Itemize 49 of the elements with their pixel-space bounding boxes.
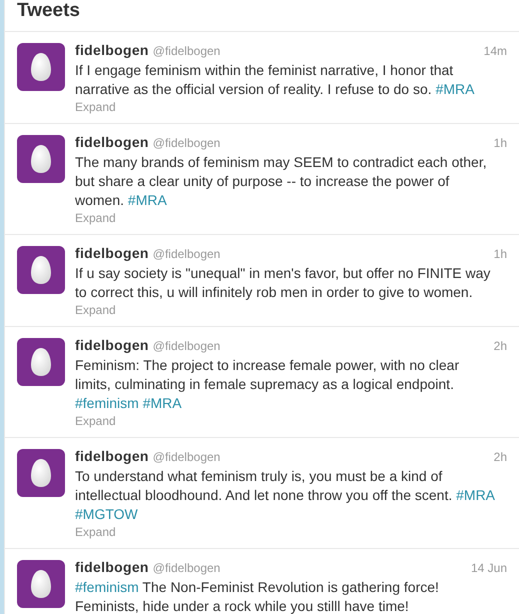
avatar-icon[interactable] (17, 338, 65, 386)
tweet-text: #feminism The Non-Feminist Revolution is gathering force! Feminists, hide under a rock while you stilll have time! (75, 578, 440, 614)
user-handle[interactable]: @fidelbogen (152, 42, 220, 60)
hashtag-link[interactable]: #MRA (128, 192, 167, 208)
expand-link[interactable]: Expand (75, 301, 116, 319)
timestamp[interactable]: 14m (484, 42, 507, 60)
user-name[interactable]: fidelbogen (75, 243, 149, 264)
timestamp[interactable]: 1h (494, 245, 507, 263)
user-name[interactable]: fidelbogen (75, 335, 149, 356)
avatar-icon[interactable] (17, 560, 65, 608)
tweet[interactable]: fidelbogen @fidelbogen 14m If I engage feminism within the feminist narrative, I honor that narrative as the official version of reality. I refuse to do so. #MRA Expand (5, 32, 519, 124)
timestamp[interactable]: 2h (494, 337, 507, 355)
expand-link[interactable]: Expand (75, 412, 116, 430)
avatar-icon[interactable] (17, 43, 65, 91)
expand-link[interactable]: Expand (75, 209, 116, 227)
tweet-text: To understand what feminism truly is, you must be a kind of intellectual bloodhound. And let none throw you off the scent. #MRA #MGTOW (75, 467, 496, 524)
avatar-icon[interactable] (17, 135, 65, 183)
hashtag-link[interactable]: #MRA (436, 81, 474, 97)
user-name[interactable]: fidelbogen (75, 40, 149, 61)
hashtag-link[interactable]: #feminism (75, 579, 139, 595)
timestamp[interactable]: 2h (494, 448, 507, 466)
tweet-text: If I engage feminism within the feminist narrative, I honor that narrative as the official version of reality. I refuse to do so. #MRA (75, 61, 476, 99)
expand-link[interactable]: Expand (75, 98, 116, 116)
hashtag-link[interactable]: #MGTOW (75, 506, 138, 522)
tweet-text: Feminism: The project to increase female power, with no clear limits, culminating in female supremacy as a logical endpoint. #feminism #MRA (75, 356, 460, 413)
user-handle[interactable]: @fidelbogen (152, 134, 220, 152)
tweet[interactable]: fidelbogen @fidelbogen 1h The many brands of feminism may SEEM to contradict each other, but share a clear unity of purpose -- to increase the power of women. #MRA Expand (5, 124, 519, 235)
hashtag-link[interactable]: #MRA (456, 487, 494, 503)
hashtag-link[interactable]: #MRA (142, 395, 182, 411)
avatar-icon[interactable] (17, 246, 65, 294)
user-name[interactable]: fidelbogen (75, 132, 149, 153)
expand-link[interactable]: Expand (75, 523, 116, 541)
user-name[interactable]: fidelbogen (75, 557, 149, 578)
user-handle[interactable]: @fidelbogen (152, 448, 220, 466)
user-name[interactable]: fidelbogen (75, 446, 149, 467)
tweet[interactable]: fidelbogen @fidelbogen 14 Jun #feminism The Non-Feminist Revolution is gathering force! Feminists, hide under a rock while you stilll have time! (5, 549, 519, 614)
timestamp[interactable]: 1h (494, 134, 507, 152)
tweet[interactable]: fidelbogen @fidelbogen 1h If u say society is "unequal" in men's favor, but offer no FINITE way to correct this, u will infinitely rob men in order to give to women. Expand (5, 235, 519, 327)
hashtag-link[interactable]: #feminism (75, 395, 139, 411)
user-handle[interactable]: @fidelbogen (152, 245, 220, 263)
timestamp[interactable]: 14 Jun (470, 559, 507, 577)
tweet[interactable]: fidelbogen @fidelbogen 2h To understand what feminism truly is, you must be a kind of intellectual bloodhound. And let none throw you off the scent. #MRA #MGTOW Expand (5, 438, 519, 549)
user-handle[interactable]: @fidelbogen (152, 559, 220, 577)
tweet-text: The many brands of feminism may SEEM to contradict each other, but share a clear unity of purpose -- to increase the power of women. #MRA (75, 153, 488, 210)
user-handle[interactable]: @fidelbogen (152, 337, 220, 355)
avatar-icon[interactable] (17, 449, 65, 497)
tweet[interactable]: fidelbogen @fidelbogen 2h Feminism: The project to increase female power, with no clear limits, culminating in female supremacy as a logical endpoint. #feminism #MRA Expand (5, 327, 519, 438)
tweet-text: If u say society is "unequal" in men's favor, but offer no FINITE way to correct this, u will infinitely rob men in order to give to women. (75, 264, 492, 302)
section-title: Tweets (17, 0, 80, 22)
